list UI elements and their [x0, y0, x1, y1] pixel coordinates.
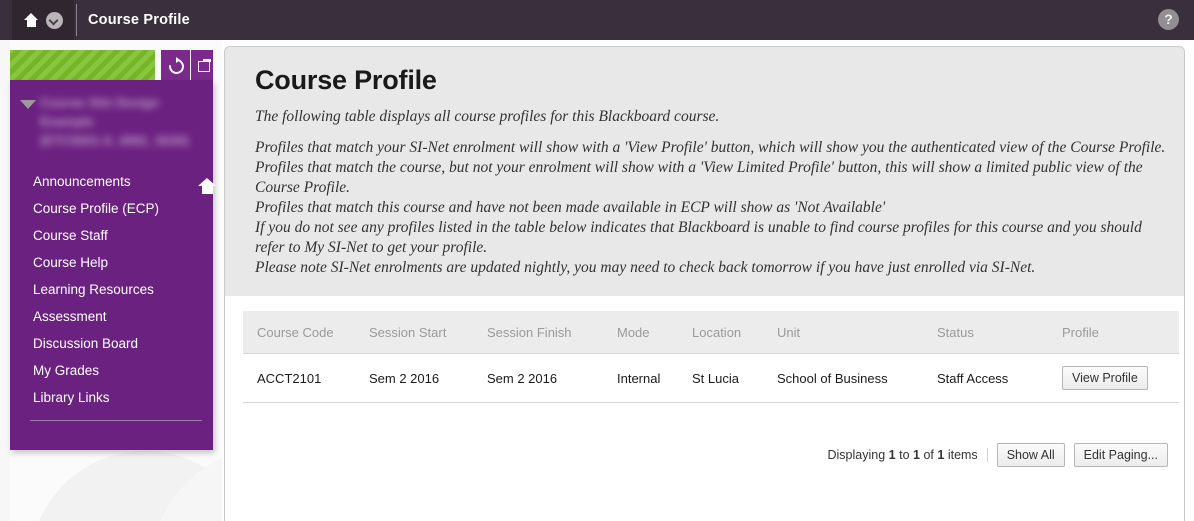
sidebar-item-course-help[interactable]: Course Help [10, 249, 213, 276]
paging-controls: Displaying 1 to 1 of 1 items Show All Ed… [828, 443, 1168, 467]
column-header-session-finish: Session Finish [487, 311, 617, 354]
course-menu: Course Site Design Example (ETC5001-S_69… [10, 80, 216, 450]
sidebar-item-course-staff[interactable]: Course Staff [10, 222, 213, 249]
displaying-from: 1 [888, 448, 896, 462]
table-body: ACCT2101 Sem 2 2016 Sem 2 2016 Internal … [243, 353, 1179, 403]
displaying-total: 1 [937, 448, 945, 462]
cell-session-finish: Sem 2 2016 [487, 353, 617, 403]
cell-mode: Internal [617, 353, 692, 403]
folder-display-icon [198, 58, 213, 72]
intro-block: Course Profile The following table displ… [225, 47, 1184, 296]
course-title: Course Site Design Example (ETC5001-S_69… [40, 95, 189, 148]
table-head: Course Code Session Start Session Finish… [243, 311, 1179, 354]
edit-paging-button[interactable]: Edit Paging... [1073, 443, 1168, 467]
home-icon[interactable] [23, 13, 39, 27]
cell-location: St Lucia [692, 353, 777, 403]
course-profiles-table: Course Code Session Start Session Finish… [243, 311, 1179, 403]
view-profile-button[interactable]: View Profile [1062, 366, 1148, 390]
header-divider [76, 4, 77, 36]
table-header-row: Course Code Session Start Session Finish… [243, 311, 1179, 354]
display-course-menu-button[interactable] [191, 50, 213, 80]
cell-session-start: Sem 2 2016 [369, 353, 487, 403]
sidebar-item-assessment[interactable]: Assessment [10, 303, 213, 330]
help-icon[interactable]: ? [1158, 9, 1179, 30]
banner-image [10, 50, 155, 80]
course-menu-list: Announcements Course Profile (ECP) Cours… [10, 168, 213, 411]
sidebar-item-library-links[interactable]: Library Links [10, 384, 213, 411]
profiles-table-wrapper: Course Code Session Start Session Finish… [243, 311, 1179, 403]
column-header-profile: Profile [1062, 311, 1179, 354]
intro-paragraph-2: Profiles that match your SI-Net enrolmen… [255, 139, 1166, 276]
sidebar-item-my-grades[interactable]: My Grades [10, 357, 213, 384]
displaying-prefix: Displaying [827, 448, 886, 462]
page-header-title: Course Profile [88, 12, 190, 28]
displaying-to: 1 [913, 448, 920, 462]
page-title: Course Profile [255, 65, 437, 95]
displaying-status: Displaying 1 to 1 of 1 items [828, 448, 988, 462]
cell-course-code: ACCT2101 [243, 353, 369, 403]
content-panel: Course Profile The following table displ… [224, 46, 1185, 521]
show-all-button[interactable]: Show All [996, 443, 1065, 467]
displaying-of-word: of [923, 448, 934, 462]
displaying-to-word: to [899, 448, 910, 462]
triangle-down-icon[interactable] [20, 100, 36, 109]
cell-unit: School of Business [777, 353, 937, 403]
column-header-mode: Mode [617, 311, 692, 354]
column-header-unit: Unit [777, 311, 937, 354]
cell-status: Staff Access [937, 353, 1062, 403]
global-header: Course Profile ? [0, 0, 1194, 40]
column-header-session-start: Session Start [369, 311, 487, 354]
intro-paragraph-1: The following table displays all course … [255, 108, 720, 125]
sidebar-item-announcements[interactable]: Announcements [10, 168, 213, 195]
column-header-status: Status [937, 311, 1062, 354]
page-root: Course Profile ? Course Site Design Exam… [0, 0, 1194, 521]
displaying-items-word: items [947, 448, 978, 462]
menu-divider [30, 420, 202, 421]
column-header-location: Location [692, 311, 777, 354]
sidebar-item-course-profile-ecp[interactable]: Course Profile (ECP) [10, 195, 213, 222]
refresh-icon [168, 56, 183, 73]
global-nav-buttons [12, 0, 74, 40]
sidebar-item-learning-resources[interactable]: Learning Resources [10, 276, 213, 303]
refresh-button[interactable] [161, 50, 190, 80]
table-row: ACCT2101 Sem 2 2016 Sem 2 2016 Internal … [243, 353, 1179, 403]
sidebar-item-discussion-board[interactable]: Discussion Board [10, 330, 213, 357]
column-header-course-code: Course Code [243, 311, 369, 354]
course-banner [10, 50, 213, 80]
circle-chevron-down-icon[interactable] [45, 11, 63, 29]
cell-profile: View Profile [1062, 353, 1179, 403]
